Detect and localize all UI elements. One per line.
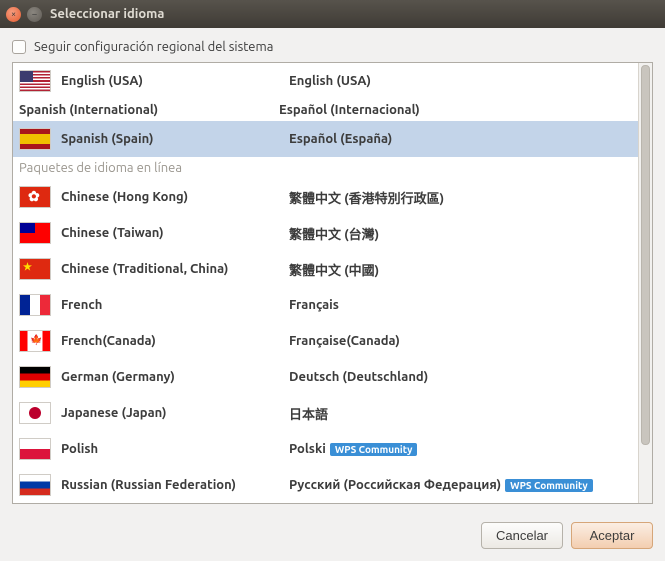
language-row[interactable]: Japanese (Japan) 日本語	[13, 395, 638, 431]
follow-system-label: Seguir configuración regional del sistem…	[34, 40, 273, 54]
language-name-local: English (USA)	[289, 74, 632, 88]
language-name-en: Japanese (Japan)	[61, 406, 279, 420]
language-row[interactable]: Chinese (Taiwan) 繁體中文 (台灣)	[13, 215, 638, 251]
language-list: English (USA) English (USA) Spanish (Inter…	[12, 62, 653, 504]
language-row[interactable]: French Français	[13, 287, 638, 323]
flag-icon	[19, 70, 51, 92]
flag-icon	[19, 474, 51, 496]
accept-button[interactable]: Aceptar	[571, 522, 653, 549]
cancel-button[interactable]: Cancelar	[481, 522, 563, 549]
online-section-header: Paquetes de idioma en línea	[13, 157, 638, 179]
titlebar: × – Seleccionar idioma	[0, 0, 665, 28]
flag-icon	[19, 186, 51, 208]
language-name-en: Chinese (Taiwan)	[61, 226, 279, 240]
language-name-local: 繁體中文 (台灣)	[289, 224, 632, 243]
language-name-en: English (USA)	[61, 74, 279, 88]
close-button[interactable]: ×	[6, 7, 21, 22]
language-name-en: French	[61, 298, 279, 312]
follow-system-checkbox[interactable]	[12, 40, 26, 54]
language-name-local: Español (España)	[289, 132, 632, 146]
dialog-footer: Cancelar Aceptar	[0, 512, 665, 555]
language-name-en: Polish	[61, 442, 279, 456]
flag-icon	[19, 330, 51, 352]
language-name-local: Deutsch (Deutschland)	[289, 370, 632, 384]
language-name-local: 繁體中文 (中國)	[289, 260, 632, 279]
follow-system-row[interactable]: Seguir configuración regional del sistem…	[12, 40, 653, 54]
community-badge: WPS Community	[505, 479, 593, 492]
flag-icon	[19, 438, 51, 460]
language-row[interactable]: French(Canada) Française(Canada)	[13, 323, 638, 359]
language-name-en: Chinese (Hong Kong)	[61, 190, 279, 204]
flag-icon	[19, 258, 51, 280]
language-name-local: Français	[289, 298, 632, 312]
scrollbar-thumb[interactable]	[641, 65, 650, 445]
language-name-en: Russian (Russian Federation)	[61, 478, 279, 492]
scrollbar[interactable]	[638, 63, 652, 503]
language-rows: English (USA) English (USA) Spanish (Inter…	[13, 63, 638, 503]
minimize-button[interactable]: –	[27, 7, 42, 22]
language-name-local: Française(Canada)	[289, 334, 632, 348]
language-name-en: Spanish (Spain)	[61, 132, 279, 146]
flag-icon	[19, 128, 51, 150]
flag-icon	[19, 402, 51, 424]
flag-icon	[19, 294, 51, 316]
language-name-local: 日本語	[289, 404, 632, 423]
language-row[interactable]: Spanish (International)Español (Internac…	[13, 99, 638, 121]
dialog-content: Seguir configuración regional del sistem…	[0, 28, 665, 512]
language-row[interactable]: Spanish (Spain) Español (España)	[13, 121, 638, 157]
flag-icon	[19, 366, 51, 388]
language-row[interactable]: English (USA) English (USA)	[13, 63, 638, 99]
language-row[interactable]: Chinese (Traditional, China) 繁體中文 (中國)	[13, 251, 638, 287]
language-row[interactable]: German (Germany) Deutsch (Deutschland)	[13, 359, 638, 395]
language-name-local: Español (Internacional)	[279, 103, 632, 117]
window-buttons: × –	[6, 7, 42, 22]
language-row[interactable]: Chinese (Hong Kong) 繁體中文 (香港特別行政區)	[13, 179, 638, 215]
language-name-en: German (Germany)	[61, 370, 279, 384]
window-title: Seleccionar idioma	[50, 7, 164, 21]
language-name-local: PolskiWPS Community	[289, 442, 632, 456]
language-name-en: French(Canada)	[61, 334, 279, 348]
language-name-local: Русский (Российская Федерация)WPS Commun…	[289, 478, 632, 492]
language-name-en: Chinese (Traditional, China)	[61, 262, 279, 276]
language-name-en: Spanish (International)	[19, 103, 279, 117]
flag-icon	[19, 222, 51, 244]
community-badge: WPS Community	[330, 443, 418, 456]
language-name-local: 繁體中文 (香港特別行政區)	[289, 188, 632, 207]
language-row[interactable]: Polish PolskiWPS Community	[13, 431, 638, 467]
language-row[interactable]: Russian (Russian Federation) Русский (Рос…	[13, 467, 638, 503]
